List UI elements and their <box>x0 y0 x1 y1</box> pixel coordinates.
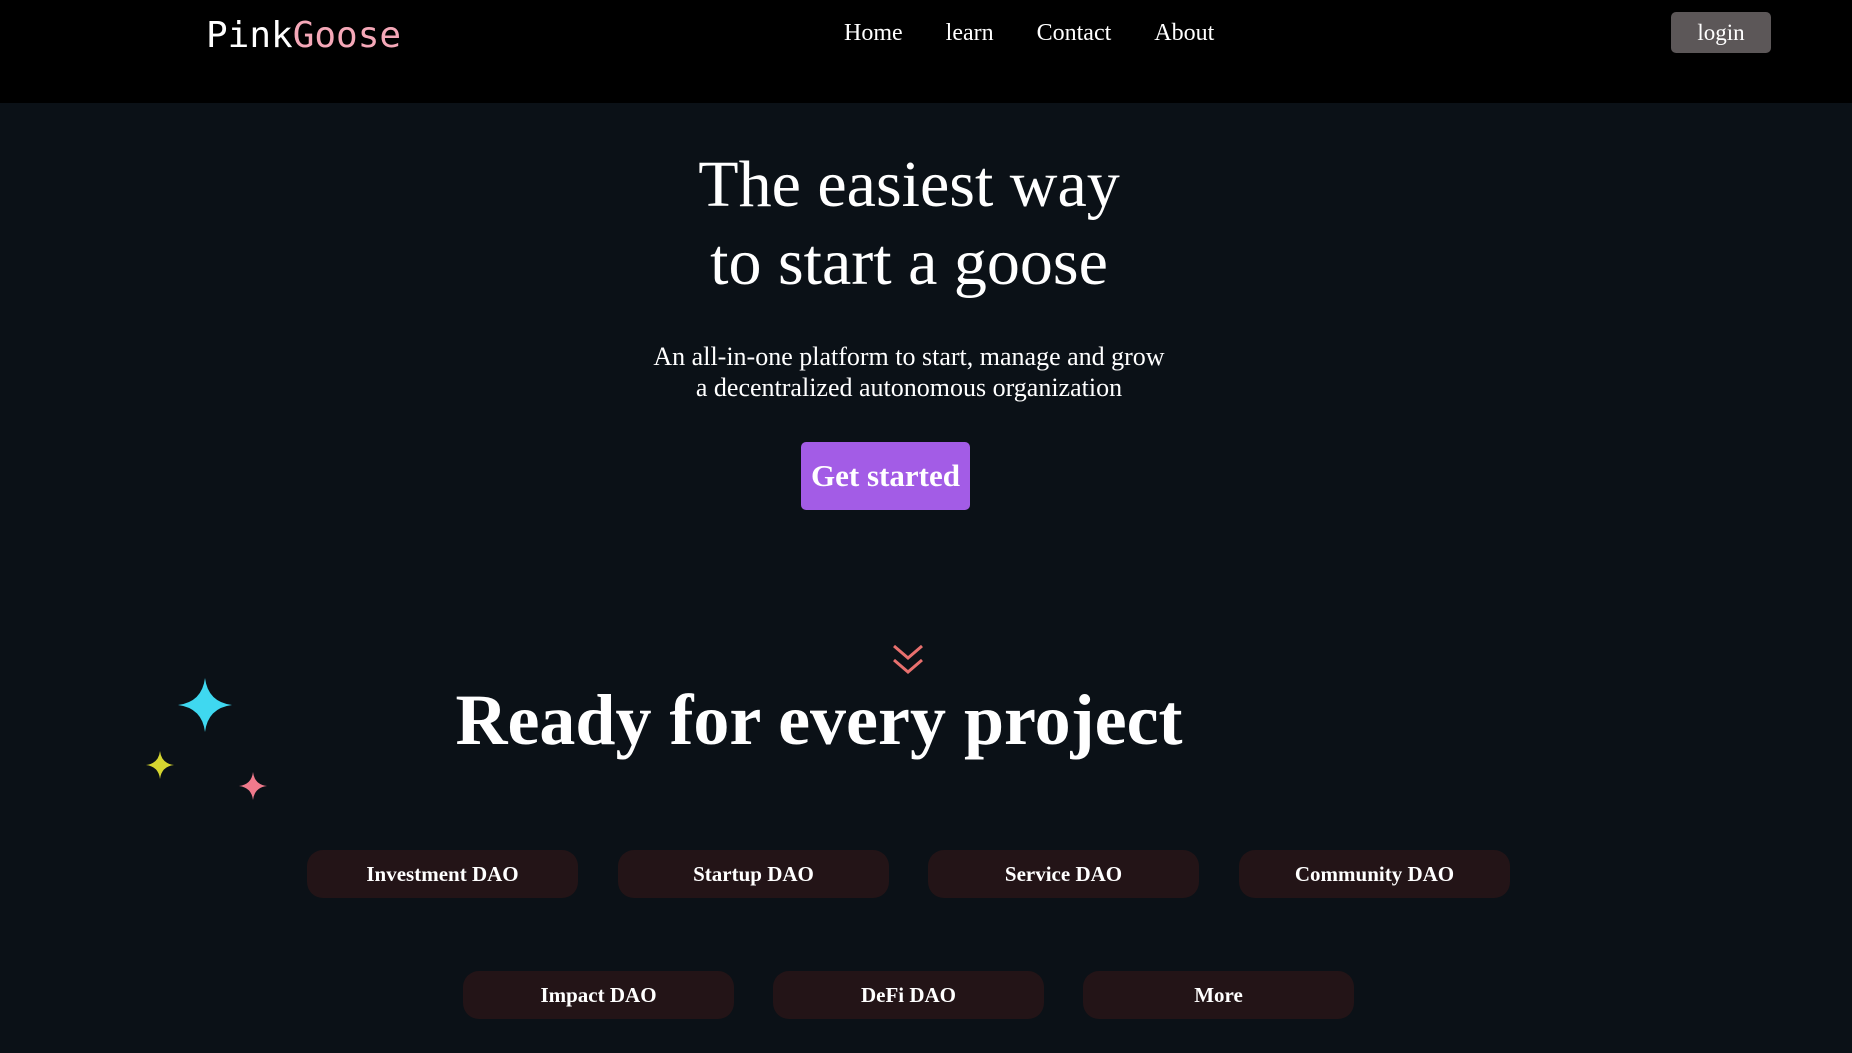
section-title: Ready for every project <box>455 680 1183 760</box>
category-service-dao[interactable]: Service DAO <box>928 850 1199 898</box>
category-startup-dao[interactable]: Startup DAO <box>618 850 889 898</box>
category-impact-dao[interactable]: Impact DAO <box>463 971 734 1019</box>
logo[interactable]: PinkGoose <box>206 14 401 58</box>
login-button[interactable]: login <box>1671 12 1771 53</box>
hero-subtitle: An all-in-one platform to start, manage … <box>0 341 1818 403</box>
hero-title-line-2: to start a goose <box>710 226 1108 299</box>
top-navbar: PinkGoose Home learn Contact About login <box>0 0 1852 103</box>
nav-links: Home learn Contact About <box>844 17 1214 49</box>
category-investment-dao[interactable]: Investment DAO <box>307 850 578 898</box>
cyan-sparkle-icon <box>178 678 232 732</box>
yellow-sparkle-icon <box>146 751 174 779</box>
hero-subtitle-line-2: a decentralized autonomous organization <box>695 373 1123 402</box>
chevron-double-down-icon[interactable] <box>890 642 926 678</box>
hero-subtitle-line-1: An all-in-one platform to start, manage … <box>653 342 1165 371</box>
category-more[interactable]: More <box>1083 971 1354 1019</box>
nav-link-home[interactable]: Home <box>844 17 903 49</box>
hero-title-line-1: The easiest way <box>698 148 1120 221</box>
nav-link-about[interactable]: About <box>1154 17 1214 49</box>
get-started-button[interactable]: Get started <box>801 442 970 510</box>
category-defi-dao[interactable]: DeFi DAO <box>773 971 1044 1019</box>
nav-link-learn[interactable]: learn <box>946 17 994 49</box>
pink-sparkle-icon <box>239 772 267 800</box>
logo-part-goose: Goose <box>292 15 402 56</box>
logo-part-pink: Pink <box>206 15 293 56</box>
category-community-dao[interactable]: Community DAO <box>1239 850 1510 898</box>
hero-title: The easiest way to start a goose <box>0 146 1818 302</box>
nav-link-contact[interactable]: Contact <box>1037 17 1112 49</box>
